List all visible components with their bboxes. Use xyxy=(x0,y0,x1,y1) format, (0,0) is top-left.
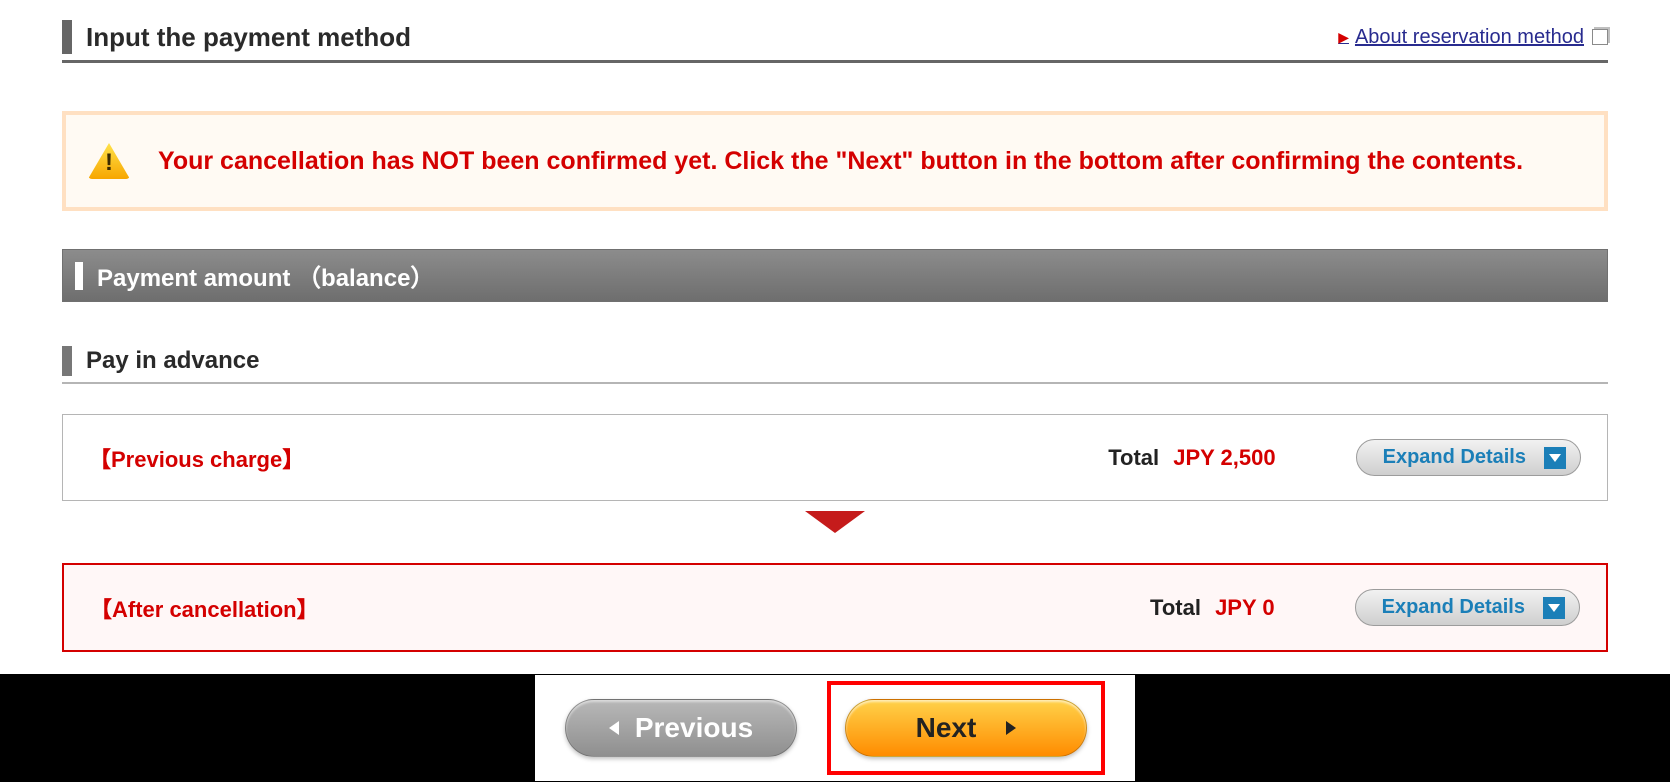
pay-in-advance-header: Pay in advance xyxy=(62,346,1608,384)
about-reservation-label: About reservation method xyxy=(1355,26,1584,49)
expand-previous-label: Expand Details xyxy=(1383,446,1526,469)
warning-message: Your cancellation has NOT been confirmed… xyxy=(158,147,1523,176)
payment-amount-header: Payment amount （balance） xyxy=(62,249,1608,302)
pay-in-advance-title: Pay in advance xyxy=(86,347,259,375)
total-label: Total xyxy=(1108,445,1159,470)
footer-inner: Previous Next xyxy=(535,675,1135,781)
chevron-down-icon xyxy=(1544,447,1566,469)
after-cancellation-total: Total JPY 0 xyxy=(1150,595,1275,621)
next-label: Next xyxy=(916,712,977,744)
expand-after-button[interactable]: Expand Details xyxy=(1355,589,1580,626)
payment-amount-title: Payment amount （balance） xyxy=(97,258,434,293)
previous-charge-total: Total JPY 2,500 xyxy=(1108,445,1275,471)
page-title: Input the payment method xyxy=(86,22,411,53)
minor-accent-bar xyxy=(62,346,72,376)
warning-icon xyxy=(88,143,130,179)
header-accent-bar xyxy=(62,20,72,54)
warning-banner: Your cancellation has NOT been confirmed… xyxy=(62,111,1608,211)
chevron-down-icon xyxy=(1543,597,1565,619)
previous-charge-amount: JPY 2,500 xyxy=(1173,445,1275,470)
triangle-left-icon xyxy=(609,721,619,735)
section-header: Input the payment method ▶ About reserva… xyxy=(62,20,1608,63)
footer-nav: Previous Next xyxy=(0,674,1670,782)
expand-previous-button[interactable]: Expand Details xyxy=(1356,439,1581,476)
arrow-down-icon xyxy=(805,511,865,533)
after-cancellation-label: 【After cancellation】 xyxy=(90,592,319,624)
next-button[interactable]: Next xyxy=(845,699,1087,757)
caret-right-icon: ▶ xyxy=(1338,29,1349,46)
about-reservation-link[interactable]: ▶ About reservation method xyxy=(1338,26,1608,49)
after-cancellation-box: 【After cancellation】 Total JPY 0 Expand … xyxy=(62,563,1608,652)
previous-button[interactable]: Previous xyxy=(565,699,797,757)
after-cancellation-amount: JPY 0 xyxy=(1215,595,1275,620)
previous-charge-label: 【Previous charge】 xyxy=(89,442,304,474)
total-label: Total xyxy=(1150,595,1201,620)
triangle-right-icon xyxy=(1006,721,1016,735)
previous-label: Previous xyxy=(635,712,753,744)
previous-charge-box: 【Previous charge】 Total JPY 2,500 Expand… xyxy=(62,414,1608,501)
expand-after-label: Expand Details xyxy=(1382,596,1525,619)
external-window-icon xyxy=(1592,29,1608,45)
next-button-highlight: Next xyxy=(827,681,1105,775)
subheader-accent-bar xyxy=(75,262,83,290)
